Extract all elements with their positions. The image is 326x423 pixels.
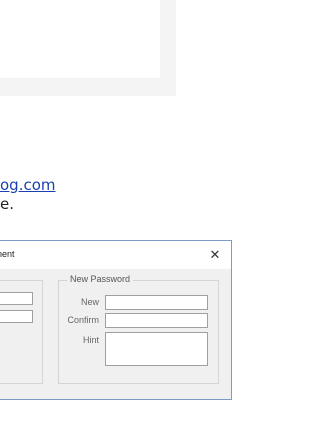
- hint-label: Hint: [82, 335, 99, 345]
- close-icon: ✕: [209, 247, 221, 262]
- code-block-content: [0, 0, 160, 78]
- confirm-password-field[interactable]: [105, 313, 208, 328]
- confirm-label: Confirm: [67, 315, 99, 325]
- new-password-group-title: New Password: [67, 274, 134, 284]
- new-label: New: [80, 297, 99, 307]
- code-block: [0, 0, 176, 96]
- password-dialog: nent ✕ New Password New Confirm Hint: [0, 240, 232, 400]
- current-password-field-1[interactable]: [0, 292, 33, 305]
- dialog-titlebar: nent ✕: [0, 241, 231, 269]
- hint-field[interactable]: [105, 332, 208, 366]
- current-password-field-2[interactable]: [0, 310, 33, 323]
- new-password-field[interactable]: [105, 295, 208, 310]
- article-link[interactable]: og.com: [0, 176, 56, 194]
- new-password-group: New Password New Confirm Hint: [58, 274, 219, 384]
- current-password-group: [0, 280, 43, 384]
- article-text: e.: [0, 195, 14, 213]
- dialog-title: nent: [0, 249, 15, 259]
- page: og.com e. nent ✕ New Password New Confir…: [0, 0, 326, 423]
- close-button[interactable]: ✕: [205, 245, 225, 265]
